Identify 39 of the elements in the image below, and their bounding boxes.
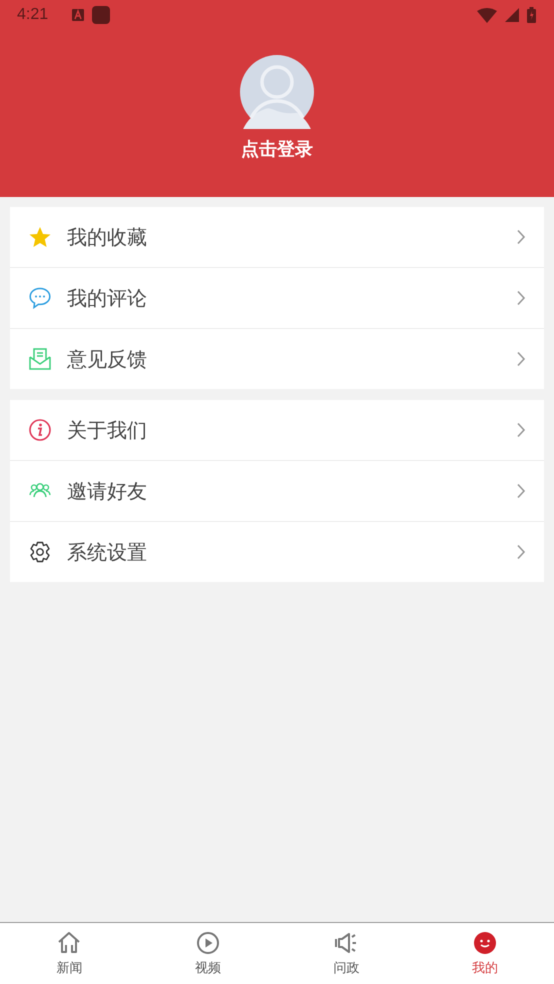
chevron-right-icon bbox=[516, 229, 526, 245]
chevron-right-icon bbox=[516, 290, 526, 306]
menu-item[interactable]: 我的收藏 bbox=[10, 207, 544, 267]
speech-bubble-icon bbox=[29, 287, 51, 309]
avatar-icon[interactable] bbox=[240, 55, 314, 129]
menu-label: 我的评论 bbox=[67, 284, 148, 312]
login-button[interactable]: 点击登录 bbox=[241, 137, 313, 161]
play-icon bbox=[196, 930, 220, 954]
chevron-right-icon bbox=[516, 422, 526, 438]
star-icon bbox=[29, 226, 51, 248]
chevron-right-icon bbox=[516, 544, 526, 560]
menu-label: 意见反馈 bbox=[67, 346, 148, 372]
signal-icon bbox=[505, 8, 519, 22]
menu-label: 我的收藏 bbox=[67, 224, 148, 250]
info-icon bbox=[29, 419, 51, 441]
settings-icon bbox=[29, 541, 51, 563]
status-time: 4:21 bbox=[17, 6, 48, 24]
menu-label: 系统设置 bbox=[67, 538, 148, 566]
app-icon bbox=[92, 6, 110, 24]
chevron-right-icon bbox=[516, 351, 526, 367]
tab[interactable]: 新闻 bbox=[0, 923, 138, 984]
tab[interactable]: 视频 bbox=[138, 923, 277, 984]
smiley-icon bbox=[472, 930, 497, 954]
speaker-icon bbox=[334, 930, 358, 954]
menu-label: 关于我们 bbox=[67, 416, 148, 444]
menu-label: 邀请好友 bbox=[67, 478, 148, 504]
home-icon bbox=[57, 930, 82, 954]
tab[interactable]: 问政 bbox=[277, 923, 416, 984]
tab[interactable]: 我的 bbox=[416, 923, 554, 984]
wifi-icon bbox=[477, 8, 497, 22]
menu-item[interactable]: 关于我们 bbox=[10, 400, 544, 460]
menu-item[interactable]: 系统设置 bbox=[10, 521, 544, 582]
menu-item[interactable]: 意见反馈 bbox=[10, 328, 544, 389]
menu-item[interactable]: 邀请好友 bbox=[10, 460, 544, 521]
notification-icon bbox=[72, 9, 84, 21]
menu-item[interactable]: 我的评论 bbox=[10, 267, 544, 328]
chevron-right-icon bbox=[516, 483, 526, 499]
envelope-icon bbox=[29, 348, 51, 370]
battery-icon bbox=[527, 7, 536, 23]
